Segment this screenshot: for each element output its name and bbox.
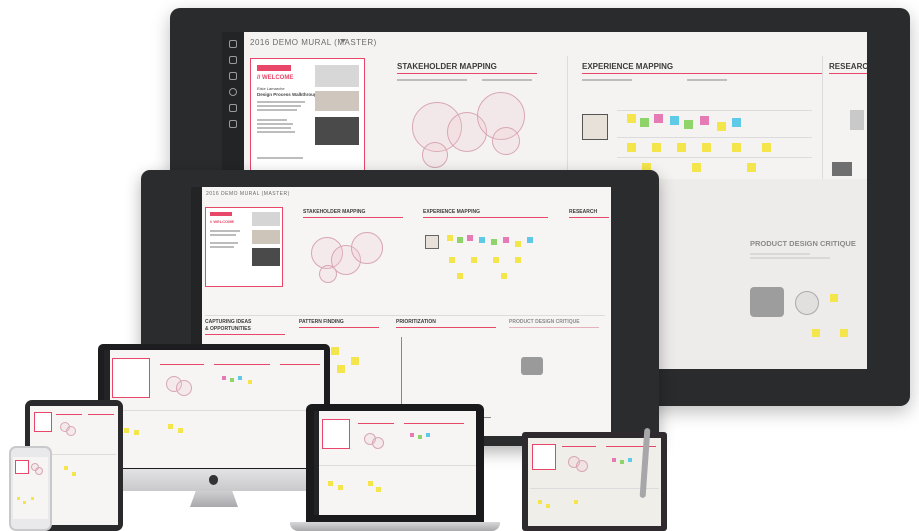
select-tool-icon[interactable] xyxy=(229,40,237,48)
capturing-ideas-title: CAPTURING IDEAS xyxy=(205,319,252,325)
chevron-down-icon[interactable] xyxy=(340,39,346,43)
tools-photo xyxy=(315,65,359,87)
experience-mapping-title: EXPERIENCE MAPPING xyxy=(582,62,674,71)
welcome-card-medium: // WELCOME xyxy=(205,207,283,287)
product-design-critique-title-medium: PRODUCT DESIGN CRITIQUE xyxy=(509,319,580,325)
coffee-photo xyxy=(315,117,359,145)
experience-mapping-title-medium: EXPERIENCE MAPPING xyxy=(423,209,480,215)
welcome-card: // WELCOME Elsie Lamarche Design Process… xyxy=(250,58,365,176)
research-title-medium: RESEARCH xyxy=(569,209,598,215)
macbook-device xyxy=(290,404,500,531)
welcome-author: Elsie Lamarche xyxy=(257,86,285,91)
mural-logo xyxy=(257,65,291,71)
apple-logo-icon xyxy=(209,475,218,485)
macbook-screen xyxy=(314,411,476,515)
persona-avatar xyxy=(582,114,608,140)
board-title[interactable]: 2016 DEMO MURAL (MASTER) xyxy=(250,38,377,47)
product-design-critique-title-large: PRODUCT DESIGN CRITIQUE xyxy=(750,239,856,248)
text-tool-icon[interactable] xyxy=(229,72,237,80)
large-display-lower-screen: PRODUCT DESIGN CRITIQUE xyxy=(640,179,867,369)
stakeholder-mapping-title: STAKEHOLDER MAPPING xyxy=(397,62,497,71)
stakeholder-mapping-title-medium: STAKEHOLDER MAPPING xyxy=(303,209,366,215)
pattern-finding-title: PATTERN FINDING xyxy=(299,319,344,325)
grid-tool-icon[interactable] xyxy=(229,104,237,112)
prioritization-title: PRIORITIZATION xyxy=(396,319,436,325)
large-display-screen: 2016 DEMO MURAL (MASTER) // WELCOME Elsi… xyxy=(222,32,867,179)
sticky-note-tool-icon[interactable] xyxy=(229,56,237,64)
device-showcase: 2016 DEMO MURAL (MASTER) // WELCOME Elsi… xyxy=(0,0,919,531)
welcome-subtitle: Design Process Walkthrough xyxy=(257,92,320,97)
board-title-medium[interactable]: 2016 DEMO MURAL (MASTER) xyxy=(206,191,290,197)
capturing-ideas-title-line2: & OPPORTUNITIES xyxy=(205,326,251,332)
shape-tool-icon[interactable] xyxy=(229,88,237,96)
research-title: RESEARCH xyxy=(829,62,867,71)
welcome-heading-medium: // WELCOME xyxy=(210,219,235,224)
mural-toolbar xyxy=(222,32,244,179)
sketch-photo xyxy=(315,91,359,111)
image-tool-icon[interactable] xyxy=(229,120,237,128)
welcome-heading: // WELCOME xyxy=(257,75,294,81)
iphone-screen xyxy=(13,457,48,519)
iphone-device xyxy=(9,446,52,531)
